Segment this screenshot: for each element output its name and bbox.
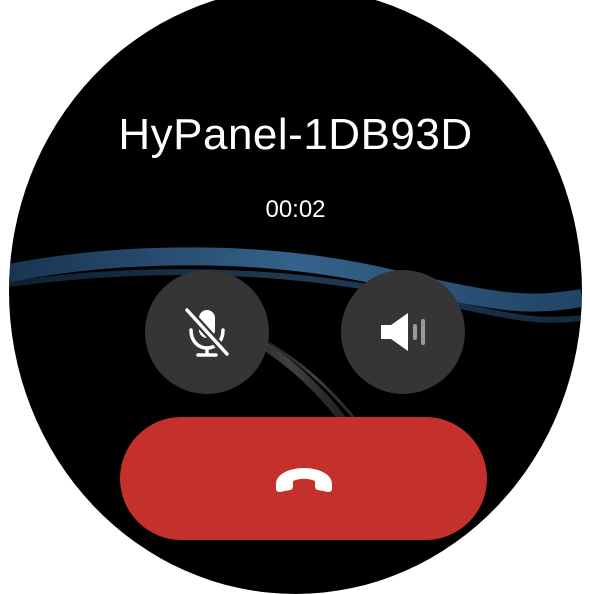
call-screen: HyPanel-1DB93D 00:02 [0, 0, 590, 594]
mute-button[interactable] [145, 270, 269, 394]
speaker-icon [381, 313, 425, 351]
contact-name: HyPanel-1DB93D [118, 110, 473, 159]
watch-face: HyPanel-1DB93D 00:02 [9, 0, 582, 594]
microphone-muted-icon [183, 306, 231, 358]
speaker-button[interactable] [341, 270, 465, 394]
call-duration: 00:02 [265, 196, 326, 223]
phone-hangup-icon [275, 467, 332, 492]
end-call-button[interactable] [120, 417, 487, 540]
